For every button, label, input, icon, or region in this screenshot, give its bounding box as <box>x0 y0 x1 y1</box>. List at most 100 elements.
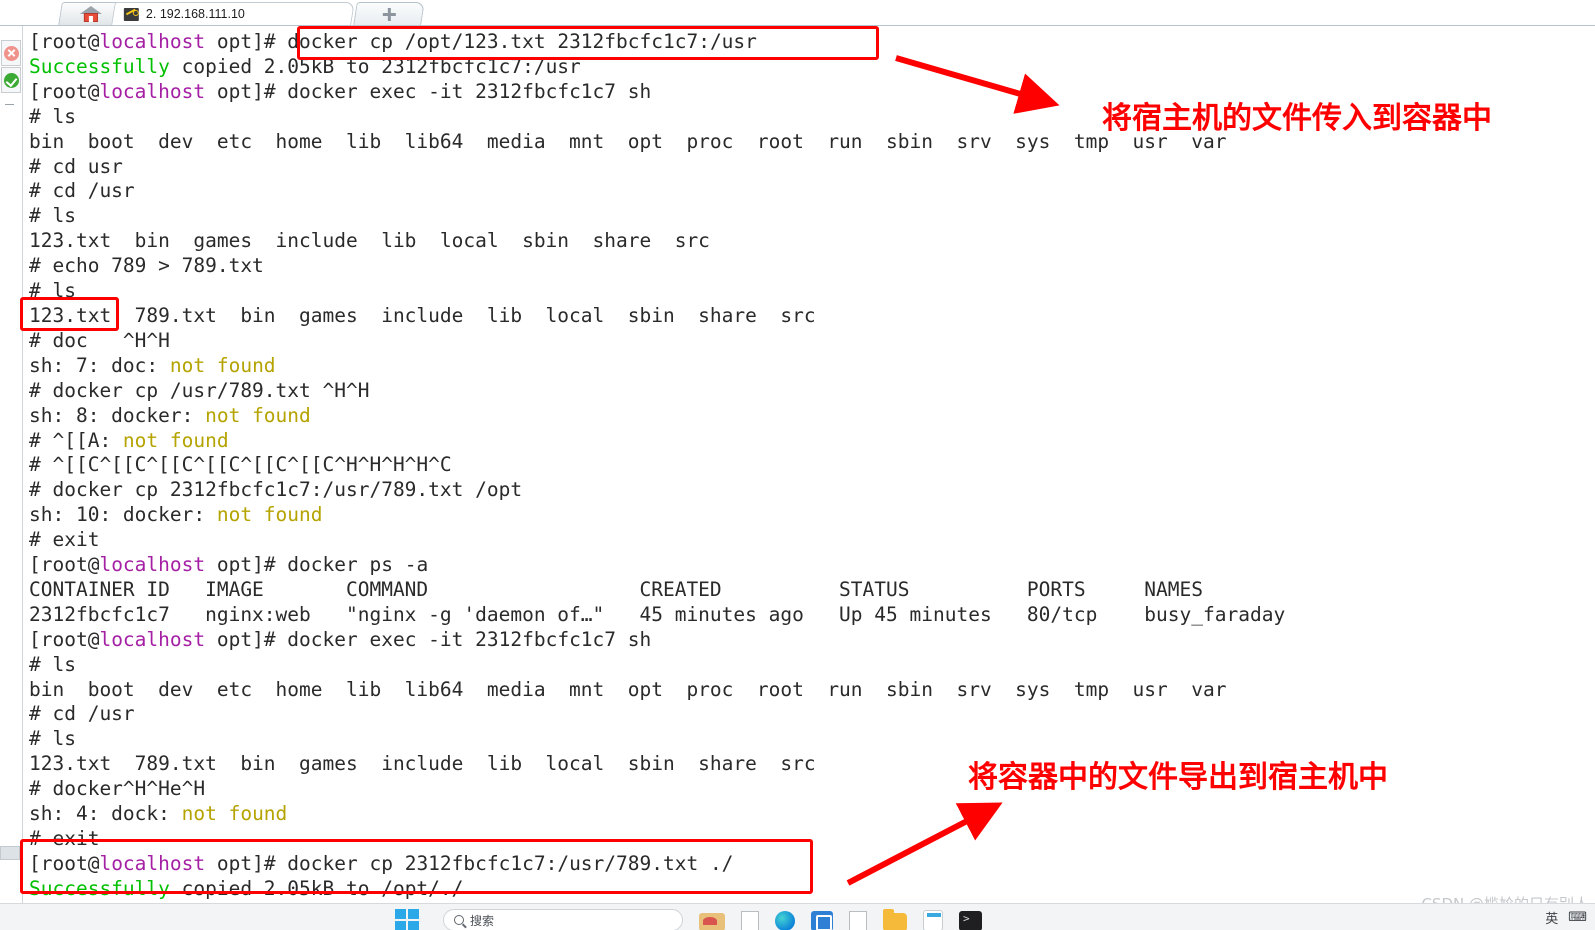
terminal-line: Successfully copied 2.05kB to /opt/./ <box>29 877 1595 902</box>
terminal-icon[interactable] <box>959 911 982 930</box>
home-icon <box>79 5 102 23</box>
terminal-text: Successfully <box>29 876 170 900</box>
terminal-line: # ls <box>29 204 1595 229</box>
terminal-text: 2312fbcfc1c7 nginx:web "nginx -g 'daemon… <box>29 602 1286 626</box>
terminal-text: not found <box>216 503 323 527</box>
terminal-text: # doc ^H^H <box>29 328 170 352</box>
edge-icon[interactable] <box>775 911 795 930</box>
key-icon <box>123 7 139 21</box>
terminal-text: not found <box>205 403 311 427</box>
terminal-text: # ls <box>29 104 76 128</box>
terminal-text: sh: 8: docker: <box>29 403 206 427</box>
terminal-line: 2312fbcfc1c7 nginx:web "nginx -g 'daemon… <box>29 603 1595 628</box>
terminal-text: not found <box>181 802 288 826</box>
terminal-text: localhost <box>99 627 206 651</box>
store-icon[interactable] <box>811 911 833 930</box>
terminal-line: 123.txt 789.txt bin games include lib lo… <box>29 304 1595 329</box>
terminal-text: 123.txt bin games include lib local sbin… <box>29 229 710 253</box>
taskbar-tray: 英 ⌨ <box>1545 908 1587 927</box>
terminal-line: # docker cp 2312fbcfc1c7:/usr/789.txt /o… <box>29 478 1595 503</box>
terminal-text: CONTAINER ID IMAGE COMMAND CREATED STATU… <box>29 577 1203 601</box>
calculator-icon[interactable] <box>923 910 943 930</box>
terminal-text: not found <box>169 353 276 377</box>
connect-icon <box>3 72 19 88</box>
terminal-text: copied 2.05kB to 2312fbcfc1c7:/usr <box>169 54 581 78</box>
taskbar-search-box[interactable]: 搜索 <box>443 909 683 930</box>
terminal-line: [root@localhost opt]# docker cp /opt/123… <box>29 30 1595 55</box>
xshell-window: 2. 192.168.111.10 [root@localhost opt]# … <box>0 0 1595 930</box>
terminal-line: # ls <box>29 727 1595 752</box>
terminal-line: # exit <box>29 528 1595 553</box>
terminal-text: [root@ <box>29 627 100 651</box>
terminal-text: # ^[[A: <box>29 428 123 452</box>
scrollbar-thumb[interactable] <box>0 846 20 860</box>
terminal-text: # echo 789 > 789.txt <box>29 254 264 278</box>
ime-indicator[interactable]: 英 <box>1545 908 1558 927</box>
taskbar-search-placeholder: 搜索 <box>470 913 495 928</box>
terminal-line: # cd usr <box>29 155 1595 180</box>
terminal-text: opt]# docker exec -it 2312fbcfc1c7 sh <box>205 79 652 103</box>
plus-icon <box>382 8 395 21</box>
terminal-text: # docker cp /usr/789.txt ^H^H <box>29 378 370 402</box>
terminal-text: opt]# docker exec -it 2312fbcfc1c7 sh <box>205 627 652 651</box>
terminal-text: bin boot dev etc home lib lib64 media mn… <box>29 129 1227 153</box>
terminal-text: sh: 7: doc: <box>29 353 170 377</box>
tab-bar: 2. 192.168.111.10 <box>0 0 1595 26</box>
paint-icon[interactable] <box>699 913 725 930</box>
tab-new-session[interactable] <box>353 2 425 25</box>
disconnect-button[interactable] <box>1 40 21 66</box>
terminal-line: # cd /usr <box>29 179 1595 204</box>
terminal-line: # docker cp /usr/789.txt ^H^H <box>29 379 1595 404</box>
terminal-text: opt]# docker cp 2312fbcfc1c7:/usr/789.tx… <box>205 851 734 875</box>
terminal-line: # cd /usr <box>29 702 1595 727</box>
terminal-line: bin boot dev etc home lib lib64 media mn… <box>29 678 1595 703</box>
keyboard-icon[interactable]: ⌨ <box>1568 910 1587 925</box>
terminal-text: localhost <box>99 30 206 53</box>
search-icon <box>454 915 464 925</box>
terminal-text: sh: 10: docker: <box>29 503 217 527</box>
terminal-line: # ^[[C^[[C^[[C^[[C^[[C^[[C^H^H^H^H^C <box>29 453 1595 478</box>
terminal-text: localhost <box>99 79 206 103</box>
windows-taskbar: 搜索 英 ⌨ <box>0 903 1595 930</box>
terminal-line: sh: 10: docker: not found <box>29 503 1595 528</box>
doc-icon[interactable] <box>741 911 759 930</box>
terminal-line: 123.txt bin games include lib local sbin… <box>29 229 1595 254</box>
terminal-line: Successfully copied 2.05kB to 2312fbcfc1… <box>29 55 1595 80</box>
terminal-text: # cd /usr <box>29 179 135 203</box>
folder-icon[interactable] <box>883 909 907 930</box>
terminal-line: # ^[[A: not found <box>29 429 1595 454</box>
terminal-text: sh: 4: dock: <box>29 802 182 826</box>
terminal-text: # exit <box>29 528 100 552</box>
terminal-text: localhost <box>99 851 206 875</box>
terminal-line: # exit <box>29 827 1595 852</box>
terminal-text: not found <box>122 428 229 452</box>
terminal-text: 123.txt 789.txt bin games include lib lo… <box>29 752 816 776</box>
terminal-line: [root@localhost opt]# docker cp 2312fbcf… <box>29 852 1595 877</box>
terminal-text: # ls <box>29 652 76 676</box>
terminal-line: sh: 8: docker: not found <box>29 404 1595 429</box>
start-icon[interactable] <box>395 909 421 930</box>
terminal-line: sh: 7: doc: not found <box>29 354 1595 379</box>
connect-button[interactable] <box>1 67 21 93</box>
annotation-import-label: 将宿主机的文件传入到容器中 <box>1102 101 1492 136</box>
terminal-text: [root@ <box>29 79 100 103</box>
terminal-text: bin boot dev etc home lib lib64 media mn… <box>29 677 1227 701</box>
tab-session-label: 2. 192.168.111.10 <box>145 7 245 21</box>
terminal-text: # cd /usr <box>29 702 135 726</box>
terminal-line: CONTAINER ID IMAGE COMMAND CREATED STATU… <box>29 578 1595 603</box>
terminal-text: # ^[[C^[[C^[[C^[[C^[[C^[[C^H^H^H^H^C <box>29 453 452 477</box>
terminal-line: [root@localhost opt]# docker exec -it 23… <box>29 628 1595 653</box>
sidebar-divider <box>5 104 14 105</box>
tab-session-192-168-111-10[interactable]: 2. 192.168.111.10 <box>111 2 355 25</box>
terminal-text: [root@ <box>29 851 100 875</box>
file-icon[interactable] <box>849 911 867 930</box>
terminal-line: # echo 789 > 789.txt <box>29 254 1595 279</box>
terminal-text: 123.txt 789.txt bin games include lib lo… <box>29 303 816 327</box>
terminal-text: # ls <box>29 204 76 228</box>
terminal-text: [root@ <box>29 30 100 53</box>
terminal-text: # docker cp 2312fbcfc1c7:/usr/789.txt /o… <box>29 478 523 502</box>
terminal-line: [root@localhost opt]# docker ps -a <box>29 553 1595 578</box>
disconnect-icon <box>3 45 19 61</box>
terminal-text: # ls <box>29 727 76 751</box>
terminal-text: opt]# docker cp /opt/123.txt 2312fbcfc1c… <box>205 30 757 53</box>
